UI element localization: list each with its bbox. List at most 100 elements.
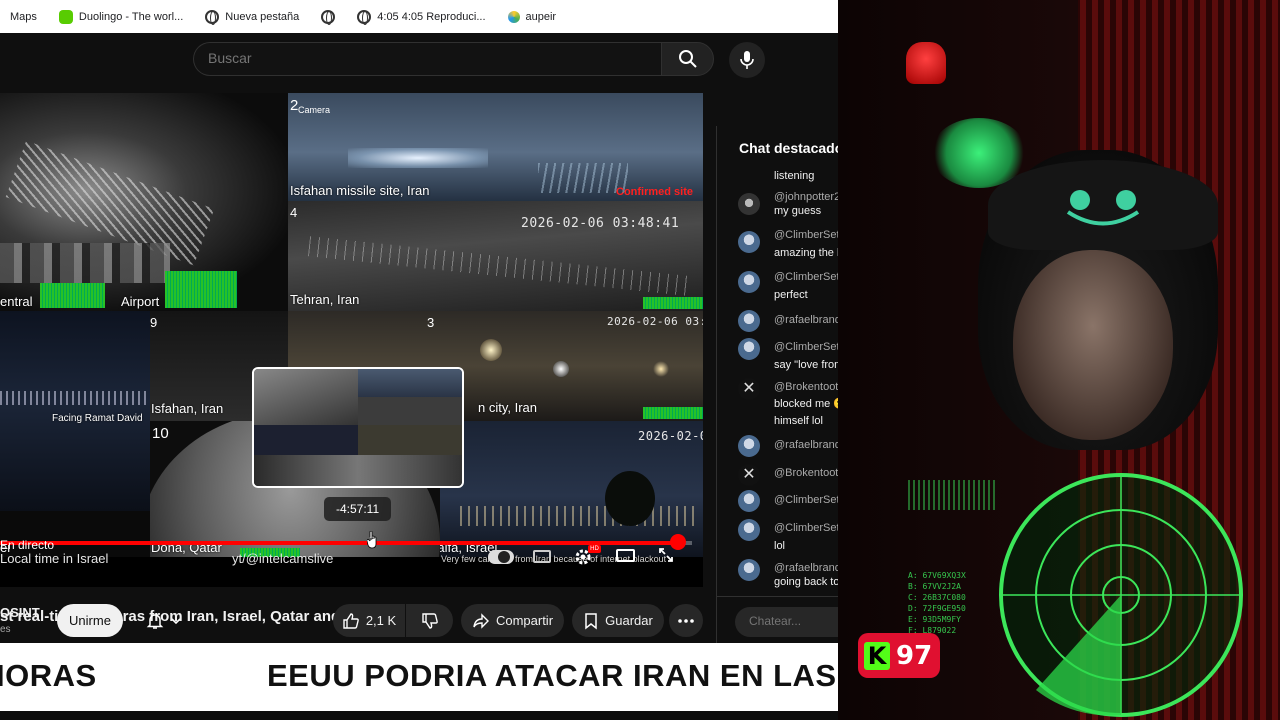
seek-preview-time: -4:57:11 [324, 497, 392, 521]
chat-input[interactable] [749, 614, 843, 628]
chat-input-area [717, 596, 843, 643]
chat-author[interactable]: @rafaelbrand [774, 562, 841, 574]
bell-icon [146, 613, 164, 629]
local-time-caption: Local time in Israel [0, 551, 109, 566]
chat-author[interactable]: @johnpotter2 [774, 191, 840, 203]
crossed-swords-icon[interactable]: ✕ [738, 464, 760, 486]
bookmark-label: aupeir [525, 10, 557, 23]
chat-author[interactable]: @ClimberSeth [774, 522, 843, 534]
chat-author[interactable]: @ClimberSeth [774, 229, 843, 241]
miniplayer-icon[interactable] [616, 549, 635, 562]
save-button[interactable]: Guardar [572, 604, 664, 637]
avatar[interactable] [738, 435, 760, 457]
live-label: En directo [0, 538, 55, 552]
like-count: 2,1 K [365, 613, 397, 628]
voice-search-button[interactable] [729, 42, 765, 78]
search-icon [678, 50, 697, 68]
hd-badge: HD [588, 545, 601, 553]
chat-header-title: Chat destacado [739, 140, 843, 156]
bookmark-globe[interactable] [321, 9, 336, 25]
chat-author[interactable]: @Brokentooth [774, 467, 843, 479]
fullscreen-icon[interactable] [658, 547, 674, 563]
camera-label: n city, Iran [478, 400, 538, 415]
dislike-button[interactable] [406, 604, 453, 637]
ticker-text: EEUU PODRIA ATACAR IRAN EN LAS [267, 658, 837, 693]
avatar[interactable] [738, 519, 760, 541]
like-button[interactable]: 2,1 K [333, 604, 405, 637]
chat-header[interactable]: Chat destacado [739, 140, 843, 156]
camera-timestamp: 2026-02-06 03:5 [607, 315, 703, 328]
camera-feed-ramat-david: Facing Ramat David [0, 311, 150, 511]
chat-author[interactable]: @ClimberSeth [774, 271, 843, 283]
radar-line: C: 26B37C080 [908, 593, 966, 602]
chat-author[interactable]: @ClimberSeth [774, 494, 843, 506]
bookmark-label: Nueva pestaña [225, 10, 300, 23]
duolingo-icon [58, 9, 73, 24]
search-box[interactable] [193, 42, 661, 76]
avatar[interactable] [738, 490, 760, 512]
chat-text: listening [774, 170, 815, 182]
camera-feed-tehran: 4 2026-02-06 03:48:41 Tehran, Iran [288, 201, 703, 311]
bookmark-duolingo[interactable]: Duolingo - The worl... [58, 9, 184, 24]
bookmark-reproduci[interactable]: 4:05 4:05 Reproduci... [357, 9, 486, 25]
subtitles-icon[interactable] [533, 550, 551, 563]
chat-text: say "love from [774, 359, 843, 371]
search-button[interactable] [661, 42, 714, 76]
camera-number: 10 [152, 425, 169, 442]
camera-label: Isfahan, Iran [151, 401, 224, 416]
globe-icon [205, 9, 220, 25]
notifications-button[interactable] [133, 604, 195, 637]
bookmark-icon [585, 612, 597, 630]
avatar[interactable] [738, 310, 760, 332]
radar-noise [908, 480, 998, 510]
video-player[interactable]: entral Airport 2 Camera Isfahan missile … [0, 93, 703, 558]
kick-viewer-badge: K 97 [858, 633, 940, 678]
bookmark-aupeir[interactable]: aupeir [507, 10, 557, 23]
avatar[interactable] [738, 193, 760, 215]
camera-number: 3 [427, 315, 435, 330]
avatar[interactable] [738, 338, 760, 360]
autoplay-toggle[interactable] [488, 550, 514, 564]
join-button[interactable]: Unirme [57, 604, 123, 637]
youtube-page: entral Airport 2 Camera Isfahan missile … [0, 33, 843, 643]
chat-text: going back to [774, 576, 840, 588]
chat-text: himself lol [774, 415, 823, 427]
channel-subscribers: es [0, 624, 11, 635]
aupeir-icon [507, 10, 520, 23]
chat-text: blocked me 🙂 [774, 398, 843, 410]
camera-label: Tehran, Iran [290, 292, 360, 307]
camera-timestamp: 2026-02-06 [638, 429, 703, 443]
kick-logo-icon: K [864, 641, 890, 670]
chat-text: amazing the b [774, 247, 843, 259]
share-label: Compartir [495, 613, 554, 628]
globe-icon [357, 9, 372, 25]
radar-line: B: 67VV2J2A [908, 582, 961, 591]
more-actions-button[interactable] [669, 604, 703, 637]
more-horizontal-icon [678, 618, 694, 623]
chat-author[interactable]: @Brokentooth [774, 381, 843, 393]
chat-author[interactable]: @ClimberSeth [774, 341, 843, 353]
screen: Maps Duolingo - The worl... Nueva pestañ… [0, 0, 1280, 720]
bookmark-nueva-pestana[interactable]: Nueva pestaña [205, 9, 300, 25]
camera-feed-isfahan-missile: 2 Camera Isfahan missile site, Iran Conf… [288, 93, 703, 201]
radar-line: D: 72F9GE950 [908, 604, 966, 613]
streamer-cap [988, 160, 1218, 250]
camera-label: entral [0, 294, 33, 309]
thumbs-down-icon [421, 612, 438, 629]
avatar[interactable] [738, 271, 760, 293]
share-button[interactable]: Compartir [461, 604, 564, 637]
bookmark-maps[interactable]: Maps [10, 11, 37, 23]
chat-input-box[interactable] [735, 607, 843, 637]
cap-logo-icon [1066, 190, 1140, 226]
search-input[interactable] [208, 50, 638, 66]
avatar[interactable] [738, 559, 760, 581]
chat-author[interactable]: @rafaelbranda [774, 314, 843, 326]
save-label: Guardar [605, 613, 653, 628]
bookmark-label: Maps [10, 10, 37, 23]
channel-name[interactable]: OSINT [0, 605, 40, 620]
chat-author[interactable]: @rafaelbranda [774, 439, 843, 451]
crossed-swords-icon[interactable]: ✕ [738, 378, 760, 400]
bookmark-label: Duolingo - The worl... [78, 10, 184, 23]
seek-preview-thumbnail [252, 367, 464, 488]
avatar[interactable] [738, 231, 760, 253]
